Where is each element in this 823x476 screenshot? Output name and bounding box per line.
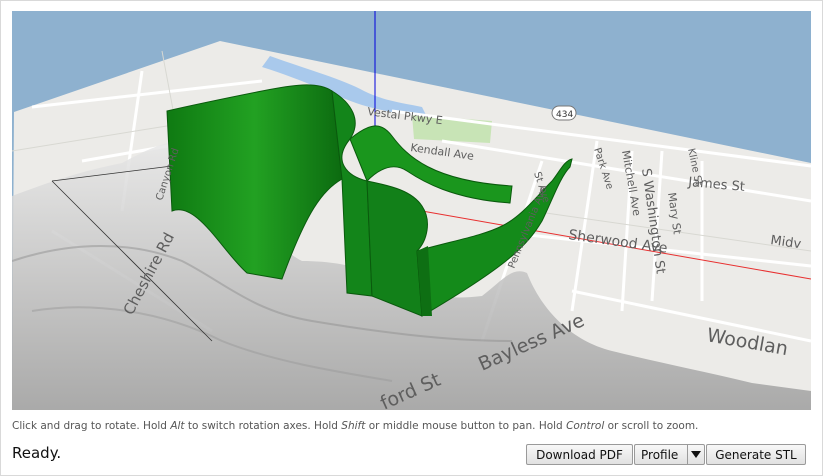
help-key-shift: Shift: [341, 420, 366, 432]
toolbar: Download PDF Profile Generate STL: [526, 444, 806, 465]
help-key-alt: Alt: [170, 420, 185, 432]
route-shield: 434: [551, 105, 577, 121]
help-text: Click and drag to rotate. Hold Alt to sw…: [12, 420, 699, 432]
status-text: Ready.: [12, 444, 62, 462]
profile-button[interactable]: Profile: [634, 444, 687, 465]
help-key-control: Control: [566, 420, 605, 432]
download-pdf-button[interactable]: Download PDF: [526, 444, 633, 465]
label-route: 434: [556, 110, 573, 120]
3d-viewport[interactable]: Vestal Pkwy E 434 Kendall Ave Cheshire R…: [12, 11, 811, 410]
chevron-down-icon: [691, 451, 701, 458]
profile-dropdown-button[interactable]: [687, 444, 705, 465]
generate-stl-button[interactable]: Generate STL: [706, 444, 806, 465]
